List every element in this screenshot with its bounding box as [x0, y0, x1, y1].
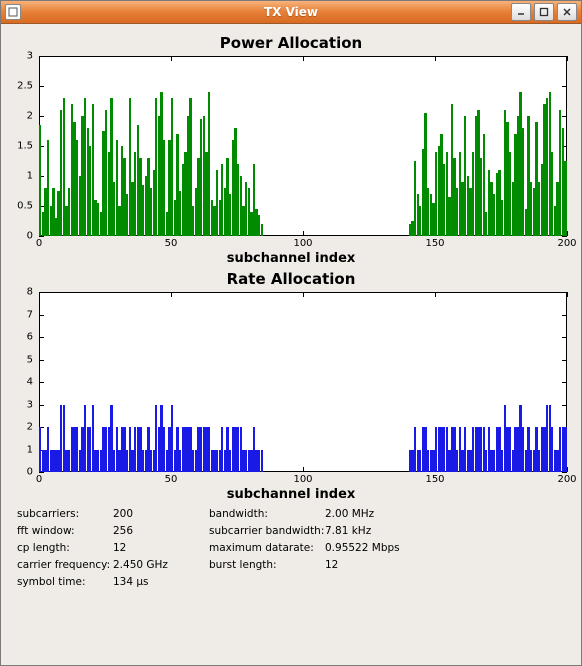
- y-tick-label: 4: [27, 377, 33, 388]
- y-tick-label: 0.5: [17, 201, 33, 212]
- x-tick-label: 0: [36, 238, 42, 249]
- x-tick-label: 0: [36, 474, 42, 485]
- bar: [261, 450, 263, 473]
- y-tick-label: 2.5: [17, 81, 33, 92]
- label-fft-window: fft window:: [17, 525, 107, 537]
- rate-plot-area: 012345678050100150200: [39, 292, 567, 472]
- x-tick-label: 150: [425, 238, 444, 249]
- x-tick-label: 150: [425, 474, 444, 485]
- power-plot-area: 00.511.522.53050100150200: [39, 56, 567, 236]
- y-tick-label: 1: [27, 171, 33, 182]
- bar: [261, 224, 263, 236]
- value-fft-window: 256: [113, 525, 203, 537]
- x-tick-label: 50: [165, 474, 178, 485]
- label-cp-length: cp length:: [17, 542, 107, 554]
- close-button[interactable]: [557, 3, 577, 21]
- value-subcarrier-bw: 7.81 kHz: [325, 525, 415, 537]
- y-tick-label: 1.5: [17, 141, 33, 152]
- value-burst-length: 12: [325, 559, 415, 571]
- x-axis-label: subchannel index: [9, 487, 573, 502]
- label-burst-length: burst length:: [209, 559, 319, 571]
- value-symbol-time: 134 µs: [113, 576, 203, 588]
- minimize-button[interactable]: [511, 3, 531, 21]
- value-cp-length: 12: [113, 542, 203, 554]
- app-icon: [5, 4, 21, 20]
- y-tick-label: 2: [27, 422, 33, 433]
- window-controls: [511, 3, 577, 21]
- label-symbol-time: symbol time:: [17, 576, 107, 588]
- value-max-datarate: 0.95522 Mbps: [325, 542, 415, 554]
- rate-allocation-chart: Rate Allocation 012345678050100150200 su…: [9, 270, 573, 502]
- info-panel: subcarriers: 200 bandwidth: 2.00 MHz fft…: [17, 508, 565, 588]
- y-tick-label: 0: [27, 467, 33, 478]
- x-tick-label: 200: [557, 474, 576, 485]
- y-tick-label: 3: [27, 399, 33, 410]
- value-subcarriers: 200: [113, 508, 203, 520]
- window-title: TX View: [1, 5, 581, 19]
- y-tick-label: 5: [27, 354, 33, 365]
- y-tick-label: 6: [27, 332, 33, 343]
- y-tick-label: 3: [27, 51, 33, 62]
- x-tick-label: 100: [293, 238, 312, 249]
- power-allocation-chart: Power Allocation 00.511.522.530501001502…: [9, 34, 573, 266]
- value-carrier-freq: 2.450 GHz: [113, 559, 203, 571]
- label-subcarrier-bw: subcarrier bandwidth:: [209, 525, 319, 537]
- label-carrier-freq: carrier frequency:: [17, 559, 107, 571]
- value-bandwidth: 2.00 MHz: [325, 508, 415, 520]
- content: Power Allocation 00.511.522.530501001502…: [1, 24, 581, 596]
- x-tick-label: 200: [557, 238, 576, 249]
- window: TX View Power Allocation 00.511.522.5305…: [0, 0, 582, 666]
- label-subcarriers: subcarriers:: [17, 508, 107, 520]
- x-tick-label: 100: [293, 474, 312, 485]
- x-tick-label: 50: [165, 238, 178, 249]
- chart-title: Power Allocation: [9, 34, 573, 52]
- label-bandwidth: bandwidth:: [209, 508, 319, 520]
- y-tick-label: 0: [27, 231, 33, 242]
- titlebar[interactable]: TX View: [1, 1, 581, 24]
- x-axis-label: subchannel index: [9, 251, 573, 266]
- y-tick-label: 8: [27, 287, 33, 298]
- label-max-datarate: maximum datarate:: [209, 542, 319, 554]
- y-tick-label: 7: [27, 309, 33, 320]
- y-tick-label: 1: [27, 444, 33, 455]
- bar: [564, 161, 566, 236]
- bar: [564, 427, 566, 472]
- maximize-button[interactable]: [534, 3, 554, 21]
- chart-title: Rate Allocation: [9, 270, 573, 288]
- y-tick-label: 2: [27, 111, 33, 122]
